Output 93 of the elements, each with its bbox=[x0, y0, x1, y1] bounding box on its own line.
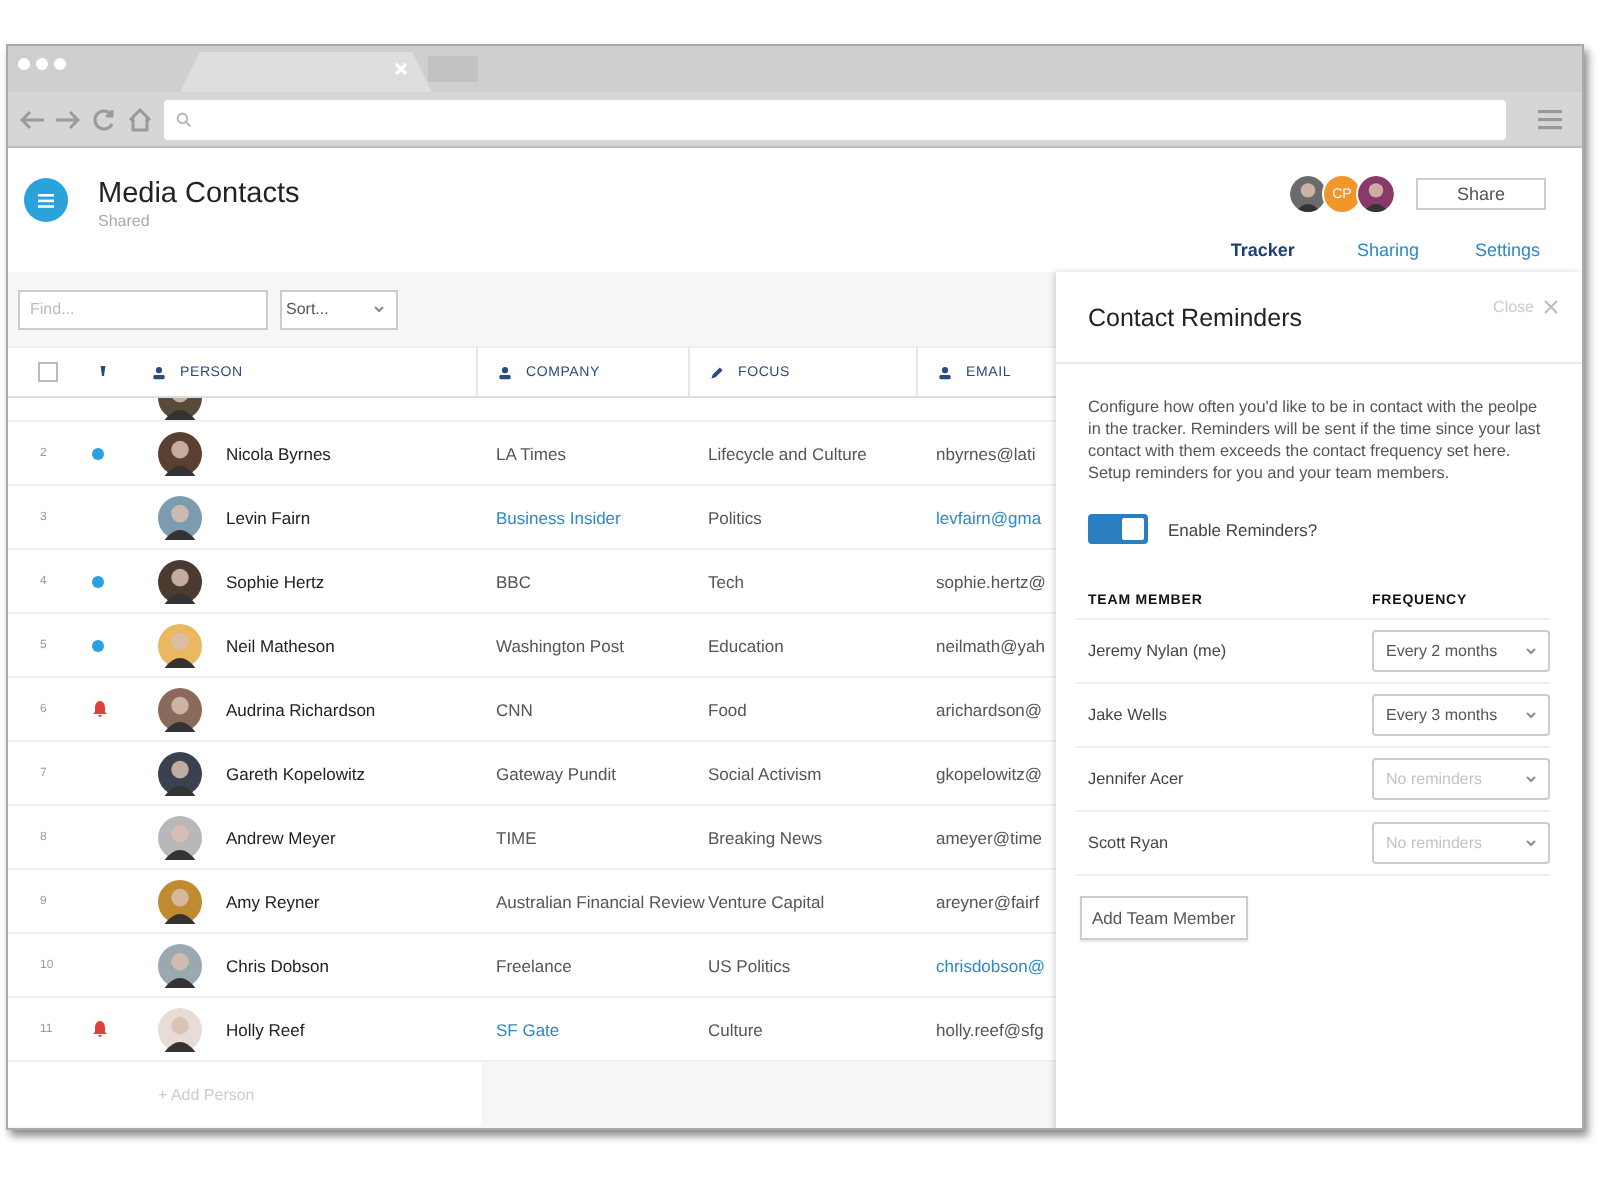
reload-icon[interactable] bbox=[92, 107, 116, 131]
focus-text: Politics bbox=[708, 507, 762, 527]
menu-icon[interactable] bbox=[1538, 109, 1562, 129]
avatar bbox=[158, 751, 202, 795]
window-controls-icon[interactable] bbox=[16, 56, 68, 72]
member-name: Jake Wells bbox=[1088, 706, 1169, 724]
focus-text: Education bbox=[708, 635, 784, 655]
focus-text: Culture bbox=[708, 1019, 763, 1039]
email-text: gkopelowitz@ bbox=[936, 763, 1043, 783]
person-icon bbox=[498, 365, 512, 379]
person-name[interactable]: Amy Reyner bbox=[226, 891, 320, 911]
member-name: Jeremy Nylan (me) bbox=[1088, 642, 1229, 660]
person-name[interactable]: Audrina Richardson bbox=[226, 699, 376, 719]
focus-text: US Politics bbox=[708, 955, 791, 975]
caret-icon bbox=[1526, 840, 1536, 846]
collaborator-avatar[interactable] bbox=[1356, 174, 1396, 214]
avatar bbox=[158, 559, 202, 603]
focus-text: Venture Capital bbox=[708, 891, 825, 911]
focus-text: Food bbox=[708, 699, 747, 719]
company-name: TIME bbox=[496, 827, 537, 847]
focus-text: Social Activism bbox=[708, 763, 822, 783]
company-link[interactable]: SF Gate bbox=[496, 1019, 560, 1039]
select-all-checkbox[interactable] bbox=[37, 362, 57, 382]
person-name[interactable]: Levin Fairn bbox=[226, 507, 311, 527]
add-team-member-button[interactable]: Add Team Member bbox=[1080, 896, 1248, 940]
avatar bbox=[158, 495, 202, 539]
frequency-dropdown[interactable]: Every 2 months bbox=[1372, 630, 1550, 672]
email-text: nbyrnes@lati bbox=[936, 443, 1036, 463]
person-name[interactable]: Chris Dobson bbox=[226, 955, 329, 975]
email-text: holly.reef@sfg bbox=[936, 1019, 1044, 1039]
forward-icon[interactable] bbox=[56, 107, 80, 131]
frequency-dropdown[interactable]: Every 3 months bbox=[1372, 694, 1550, 736]
company-name: Freelance bbox=[496, 955, 572, 975]
share-button[interactable]: Share bbox=[1416, 178, 1546, 210]
email-text: sophie.hertz@ bbox=[936, 571, 1046, 591]
panel-description: Configure how often you'd like to be in contact with the peolpe in the tracker. Reminders will be sent if the time since your last contact with them exceeds the contact frequency set here. Setup reminders for you and your team members. bbox=[1088, 396, 1543, 484]
person-name[interactable]: Nicola Byrnes bbox=[226, 443, 331, 463]
avatar bbox=[158, 623, 202, 667]
company-name: Washington Post bbox=[496, 635, 624, 655]
sort-dropdown[interactable]: Sort... bbox=[280, 289, 398, 329]
avatar bbox=[158, 687, 202, 731]
email-link[interactable]: levfairn@gma bbox=[936, 507, 1042, 527]
person-icon bbox=[938, 365, 952, 379]
company-name: LA Times bbox=[496, 443, 566, 463]
browser-tab[interactable] bbox=[180, 52, 432, 92]
member-name: Scott Ryan bbox=[1088, 834, 1171, 852]
panel-title: Contact Reminders bbox=[1088, 303, 1302, 331]
reminders-toggle[interactable] bbox=[1088, 514, 1148, 544]
tab[interactable]: Settings bbox=[1454, 230, 1560, 280]
email-text: ameyer@time bbox=[936, 827, 1043, 847]
company-name: Gateway Pundit bbox=[496, 763, 617, 783]
toggle-label: Enable Reminders? bbox=[1168, 519, 1318, 539]
search-field[interactable]: Find... bbox=[18, 289, 268, 329]
focus-text: Lifecycle and Culture bbox=[708, 443, 867, 463]
back-icon[interactable] bbox=[20, 107, 44, 131]
avatar bbox=[158, 943, 202, 987]
menu-icon bbox=[38, 193, 54, 207]
avatar bbox=[158, 815, 202, 859]
caret-icon bbox=[1526, 648, 1536, 654]
close-tab-icon[interactable] bbox=[394, 62, 408, 76]
focus-text: Tech bbox=[708, 571, 744, 591]
focus-text: Breaking News bbox=[708, 827, 823, 847]
caret-icon bbox=[1526, 712, 1536, 718]
email-text: arichardson@ bbox=[936, 699, 1043, 719]
avatar bbox=[158, 1007, 202, 1051]
company-name: BBC bbox=[496, 571, 531, 591]
person-name[interactable]: Holly Reef bbox=[226, 1019, 305, 1039]
close-icon bbox=[1544, 300, 1558, 314]
page-subtitle: Shared bbox=[98, 212, 150, 230]
person-name[interactable]: Sophie Hertz bbox=[226, 571, 325, 591]
menu-button[interactable] bbox=[24, 178, 68, 222]
person-name[interactable]: Neil Matheson bbox=[226, 635, 335, 655]
person-name[interactable]: Andrew Meyer bbox=[226, 827, 336, 847]
pencil-icon bbox=[710, 365, 724, 379]
avatar bbox=[158, 431, 202, 475]
person-icon bbox=[152, 365, 166, 379]
company-name: CNN bbox=[496, 699, 533, 719]
caret-icon bbox=[374, 306, 384, 312]
email-text: areyner@fairf bbox=[936, 891, 1040, 911]
email-text: neilmath@yah bbox=[936, 635, 1045, 655]
avatar bbox=[158, 879, 202, 923]
new-tab-button[interactable] bbox=[428, 56, 478, 82]
company-link[interactable]: Business Insider bbox=[496, 507, 621, 527]
member-name: Jennifer Acer bbox=[1088, 770, 1186, 788]
person-name[interactable]: Gareth Kopelowitz bbox=[226, 763, 365, 783]
company-name: Australian Financial Review bbox=[496, 891, 705, 911]
alert-column-icon bbox=[99, 365, 105, 379]
address-bar[interactable] bbox=[164, 99, 1506, 139]
email-link[interactable]: chrisdobson@ bbox=[936, 955, 1045, 975]
tab[interactable]: Sharing bbox=[1336, 230, 1439, 280]
page-title: Media Contacts bbox=[98, 178, 300, 210]
home-icon[interactable] bbox=[128, 107, 152, 131]
caret-icon bbox=[1526, 776, 1536, 782]
